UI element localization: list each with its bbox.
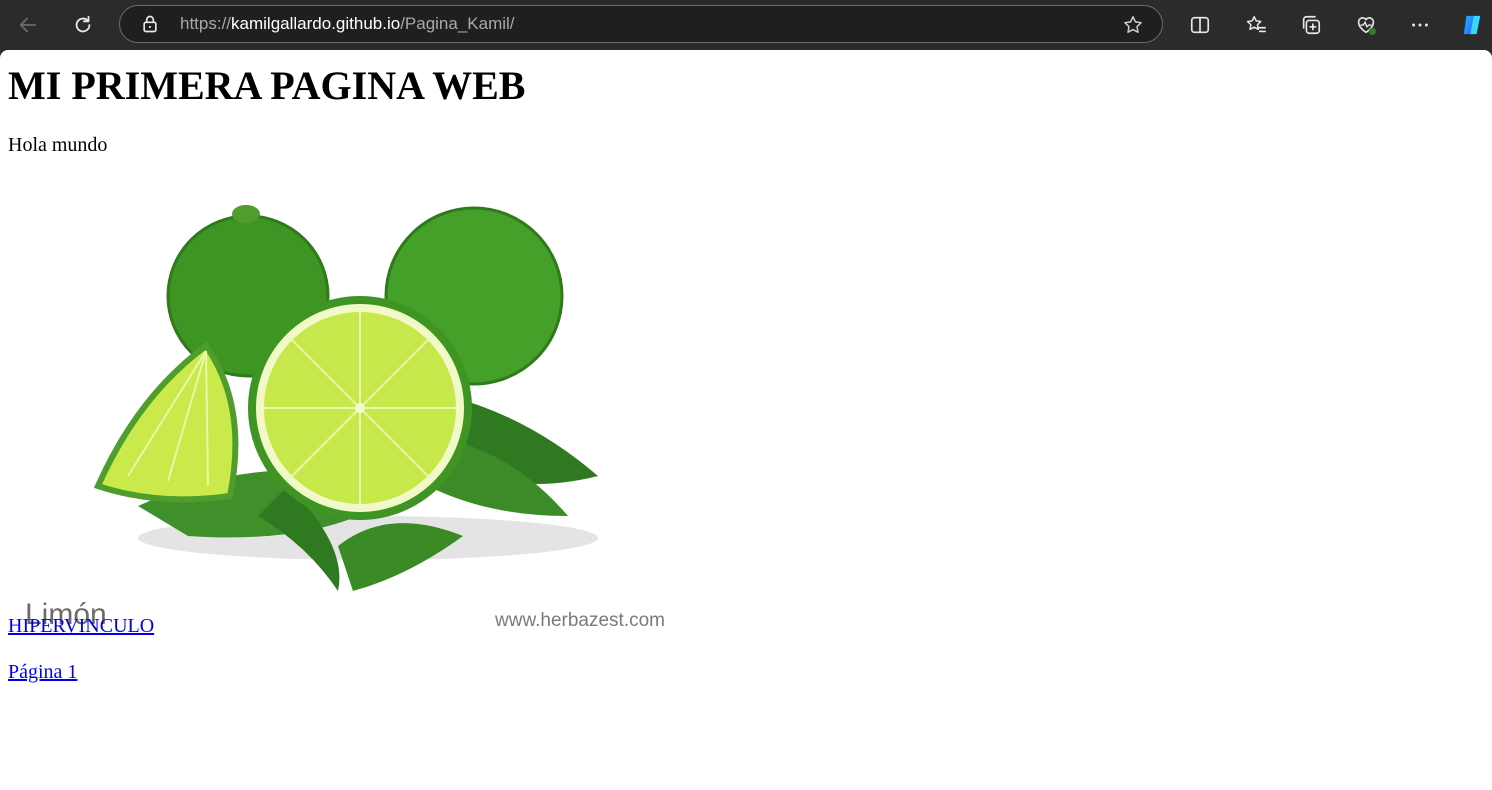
refresh-button[interactable]: [67, 9, 99, 41]
browser-toolbar: https://kamilgallardo.github.io/Pagina_K…: [0, 0, 1492, 50]
pagina-1-link[interactable]: Página 1: [8, 661, 77, 684]
back-icon: [19, 17, 37, 33]
copilot-icon: [1463, 15, 1481, 35]
web-page: MI PRIMERA PAGINA WEB Hola mundo Limón w…: [0, 50, 1492, 790]
split-screen-icon: [1190, 16, 1210, 34]
collections-icon: [1302, 15, 1321, 35]
browser-essentials-button[interactable]: [1350, 9, 1382, 41]
more-icon: [1412, 23, 1428, 27]
browser-essentials-icon: [1357, 17, 1377, 36]
page-heading: MI PRIMERA PAGINA WEB: [8, 63, 526, 108]
url-text[interactable]: https://kamilgallardo.github.io/Pagina_K…: [180, 14, 515, 34]
favorite-star-icon[interactable]: [1122, 14, 1144, 36]
lock-icon[interactable]: [140, 14, 160, 34]
image-credit: www.herbazest.com: [495, 610, 666, 631]
hipervinculo-link[interactable]: HIPERVINCULO: [8, 615, 154, 638]
url-host: kamilgallardo.github.io: [231, 14, 401, 33]
back-button[interactable]: [12, 9, 44, 41]
favorites-button[interactable]: [1240, 9, 1272, 41]
url-scheme: https://: [180, 14, 232, 33]
more-button[interactable]: [1404, 9, 1436, 41]
url-path: /Pagina_Kamil/: [400, 14, 515, 33]
split-screen-button[interactable]: [1184, 9, 1216, 41]
copilot-button[interactable]: [1456, 9, 1488, 41]
lime-image: [93, 205, 598, 591]
collections-button[interactable]: [1295, 9, 1327, 41]
refresh-icon: [75, 15, 91, 33]
hello-paragraph: Hola mundo: [8, 134, 108, 156]
favorites-icon: [1246, 16, 1266, 33]
address-bar[interactable]: https://kamilgallardo.github.io/Pagina_K…: [119, 5, 1163, 43]
